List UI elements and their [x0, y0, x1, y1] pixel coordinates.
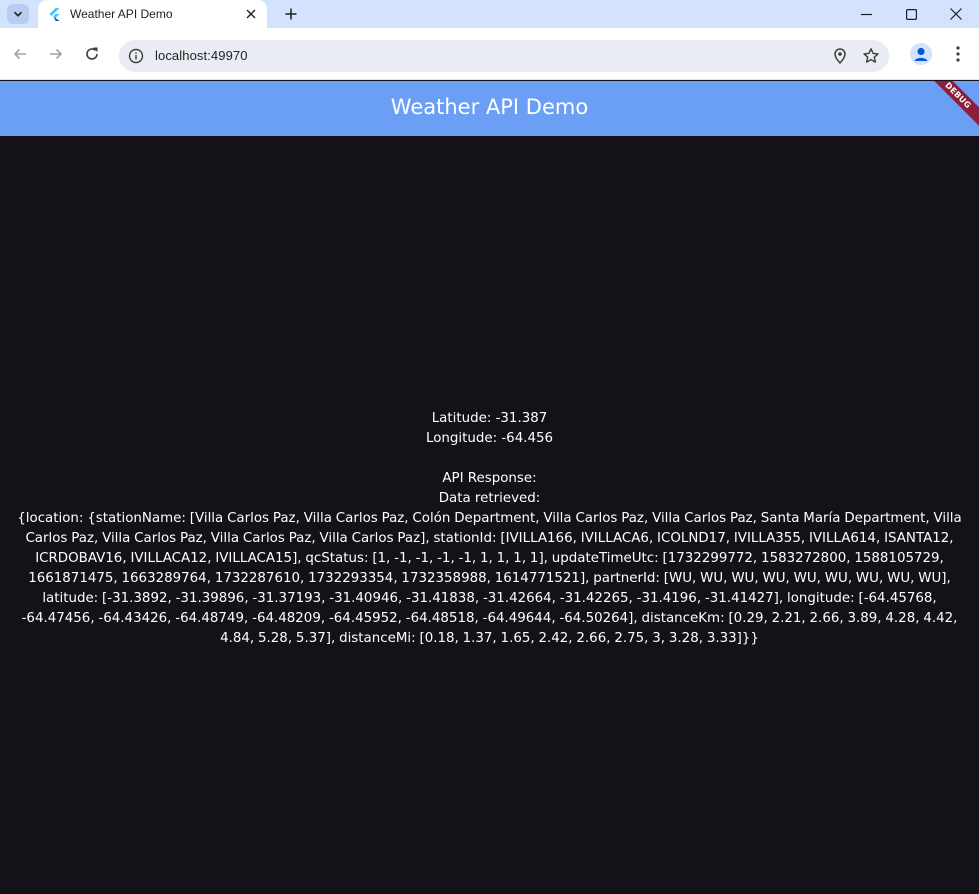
- api-response-label: API Response:: [442, 471, 537, 486]
- location-pin-icon[interactable]: [831, 47, 849, 65]
- site-info-icon[interactable]: [128, 48, 144, 64]
- maximize-icon: [905, 8, 917, 20]
- new-tab-button[interactable]: [281, 4, 301, 24]
- star-icon[interactable]: [862, 47, 880, 65]
- back-button[interactable]: [9, 43, 31, 65]
- data-retrieved-label: Data retrieved:: [438, 491, 541, 506]
- browser-tab[interactable]: Weather API Demo: [38, 0, 267, 28]
- app-title: Weather API Demo: [390, 95, 589, 119]
- reload-icon: [86, 47, 98, 60]
- arrow-right-icon: [50, 48, 63, 60]
- tab-search-button[interactable]: [7, 4, 29, 24]
- arrow-left-icon: [13, 48, 26, 60]
- weather-info: Latitude: -31.387 Longitude: -64.456 API…: [8, 409, 971, 649]
- close-icon: [950, 8, 962, 20]
- profile-avatar[interactable]: [910, 43, 932, 65]
- user-icon: [910, 43, 932, 65]
- close-window-button[interactable]: [933, 0, 979, 28]
- latitude-text: Latitude: -31.387: [431, 411, 548, 426]
- app-body: Latitude: -31.387 Longitude: -64.456 API…: [0, 136, 979, 894]
- api-response-text: {location: {stationName: [Villa Carlos P…: [17, 511, 962, 646]
- chevron-down-icon: [13, 11, 23, 17]
- maximize-button[interactable]: [888, 0, 934, 28]
- address-bar[interactable]: localhost:49970: [119, 40, 889, 72]
- tab-strip: Weather API Demo: [0, 0, 979, 28]
- url-text[interactable]: localhost:49970: [155, 48, 248, 63]
- minimize-button[interactable]: [843, 0, 889, 28]
- close-icon: [246, 9, 256, 19]
- tab-close-button[interactable]: [243, 6, 259, 22]
- plus-icon: [285, 8, 297, 20]
- minimize-icon: [860, 13, 872, 15]
- tab-title: Weather API Demo: [70, 7, 173, 21]
- browser-toolbar: localhost:49970: [0, 28, 979, 80]
- app-bar: Weather API Demo DEBUG: [0, 81, 979, 136]
- longitude-text: Longitude: -64.456: [425, 431, 554, 446]
- more-vertical-icon: [956, 46, 960, 62]
- flutter-icon: [49, 7, 60, 21]
- reload-button[interactable]: [81, 43, 103, 65]
- browser-menu-button[interactable]: [949, 44, 967, 64]
- forward-button[interactable]: [45, 43, 67, 65]
